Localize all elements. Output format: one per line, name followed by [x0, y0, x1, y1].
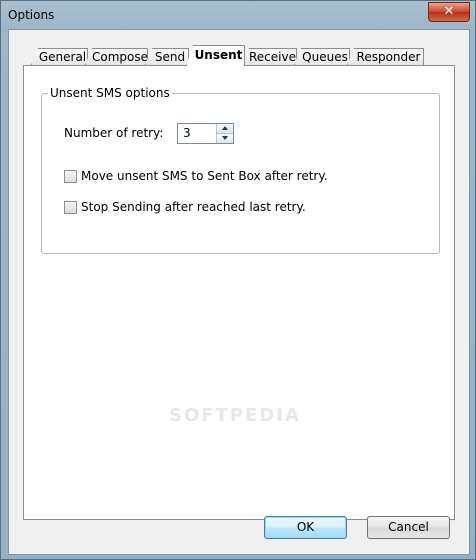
- stepper-down-button[interactable]: [217, 134, 233, 143]
- tab-general[interactable]: General: [31, 48, 88, 65]
- arrow-down-icon: [222, 136, 228, 140]
- tab-unsent[interactable]: Unsent: [186, 45, 245, 66]
- close-icon: ✕: [443, 4, 455, 19]
- options-window: Options ✕ General Compose Send Unsent Re…: [0, 0, 476, 560]
- tab-compose[interactable]: Compose: [85, 48, 148, 65]
- stepper-buttons: [216, 124, 233, 143]
- stepper-up-button[interactable]: [217, 124, 233, 134]
- dialog-client-area: General Compose Send Unsent Receive Queu…: [8, 29, 470, 555]
- stop-sending-checkbox[interactable]: [64, 201, 77, 214]
- retry-count-value[interactable]: 3: [183, 126, 191, 140]
- stop-sending-label[interactable]: Stop Sending after reached last retry.: [81, 200, 306, 214]
- tab-send[interactable]: Send: [145, 48, 189, 65]
- move-to-sent-label[interactable]: Move unsent SMS to Sent Box after retry.: [81, 169, 328, 183]
- arrow-up-icon: [222, 126, 228, 130]
- tab-queues[interactable]: Queues: [294, 48, 350, 65]
- retry-count-label: Number of retry:: [64, 126, 164, 140]
- title-bar[interactable]: Options ✕: [1, 1, 475, 29]
- retry-count-stepper[interactable]: 3: [177, 123, 234, 144]
- watermark: SOFTPEDIA: [169, 405, 301, 426]
- window-title: Options: [8, 8, 55, 22]
- tab-responder[interactable]: Responder: [347, 48, 424, 65]
- close-button[interactable]: ✕: [428, 2, 470, 22]
- tab-receive[interactable]: Receive: [242, 48, 297, 65]
- move-to-sent-checkbox[interactable]: [64, 170, 77, 183]
- ok-button[interactable]: OK: [264, 516, 347, 539]
- tab-page-unsent: Unsent SMS options Number of retry: 3 Mo…: [23, 65, 455, 520]
- tab-strip: General Compose Send Unsent Receive Queu…: [31, 45, 451, 66]
- group-title: Unsent SMS options: [48, 86, 172, 100]
- cancel-button[interactable]: Cancel: [367, 516, 450, 539]
- unsent-sms-options-group: Unsent SMS options Number of retry: 3 Mo…: [41, 86, 440, 254]
